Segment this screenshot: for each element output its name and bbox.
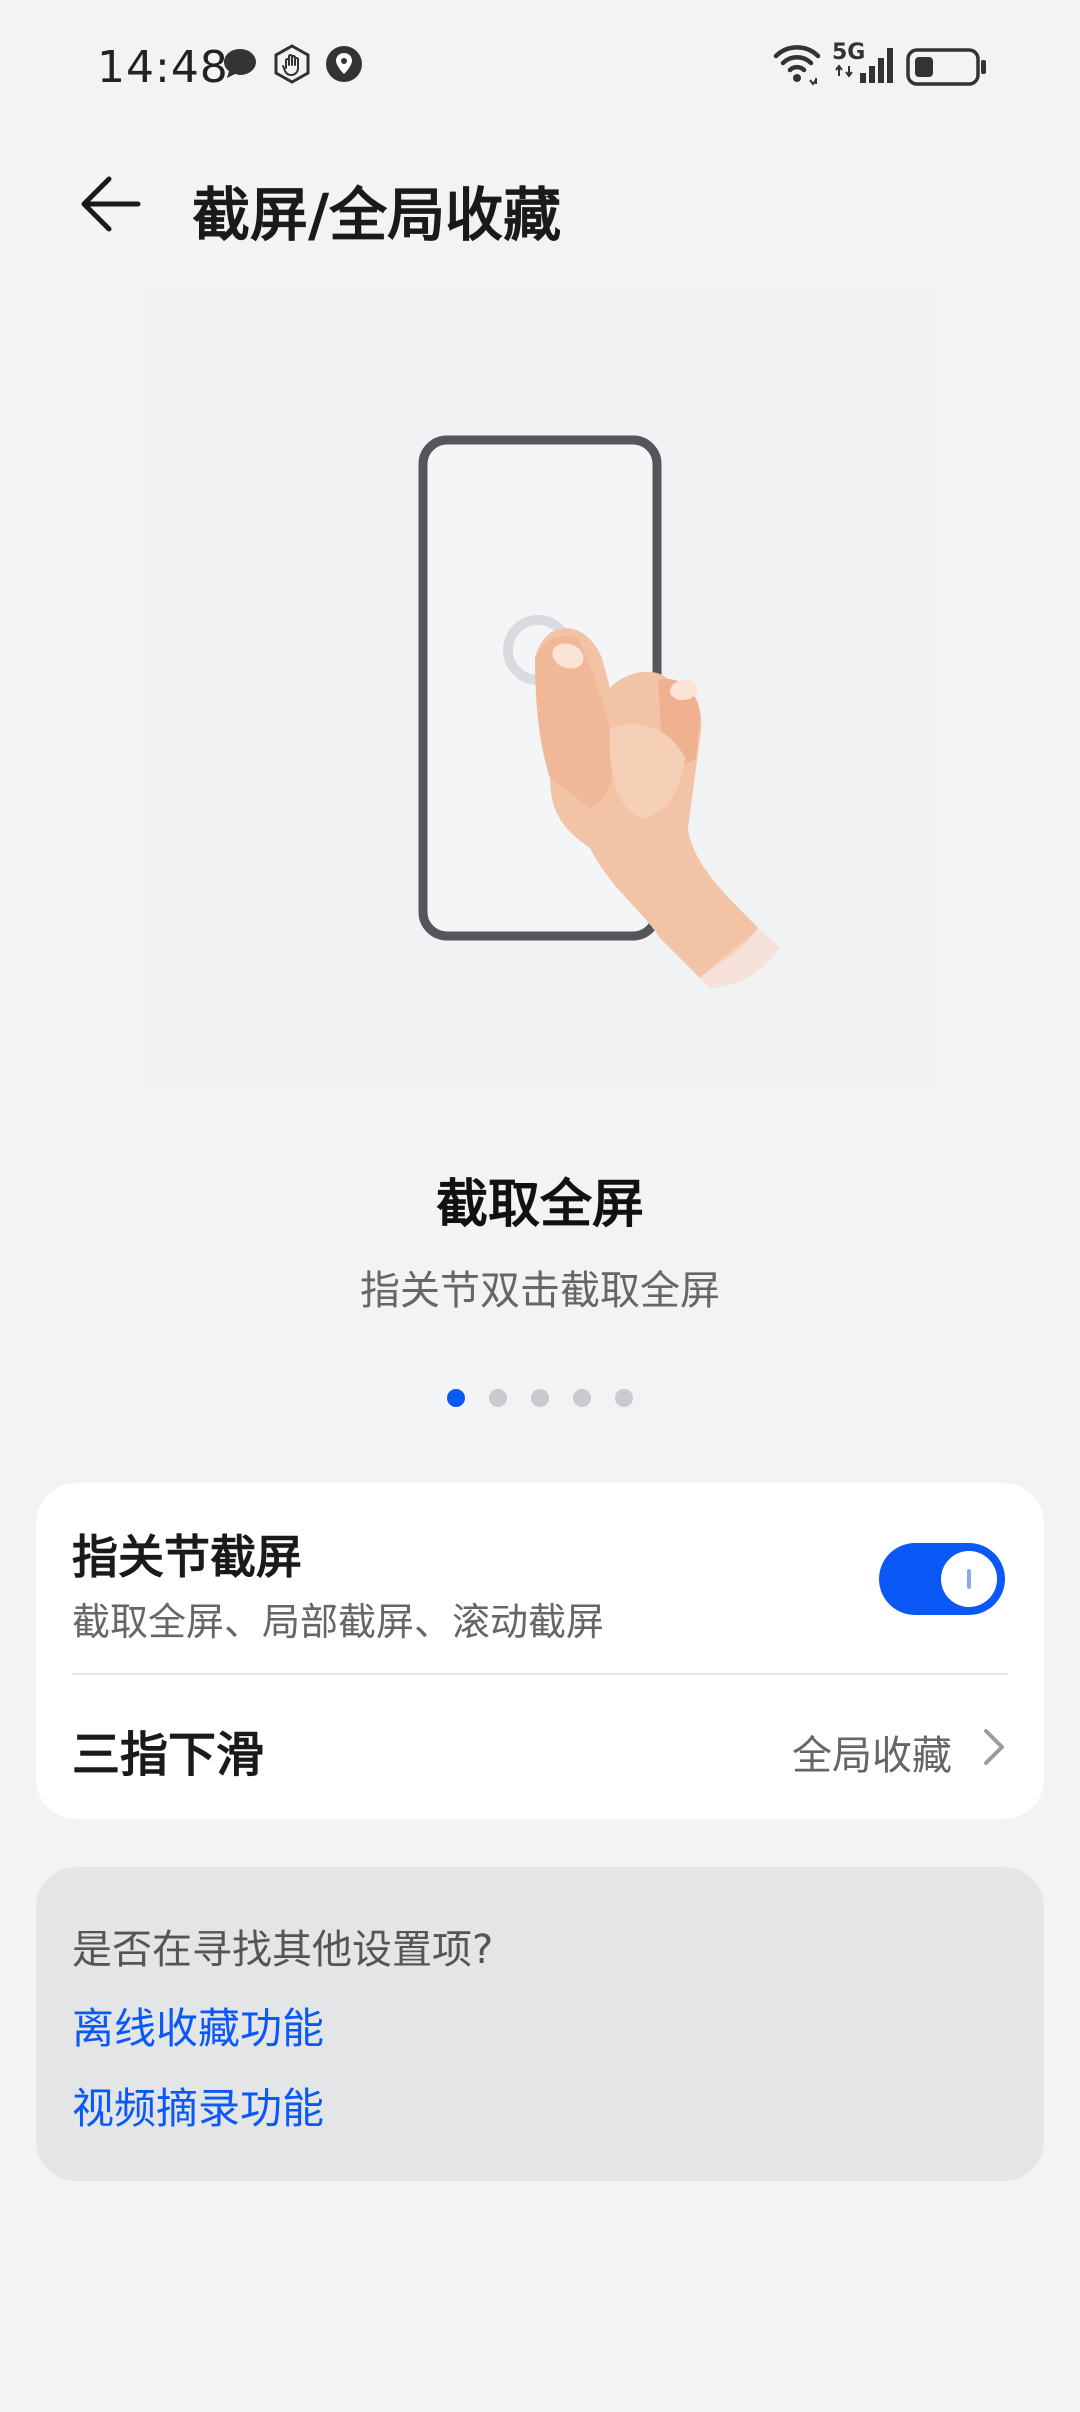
wifi-icon [773,45,821,86]
suggestion-box: 是否在寻找其他设置项? 离线收藏功能 视频摘录功能 [36,1867,1044,2181]
offline-collection-link[interactable]: 离线收藏功能 [72,1995,324,2056]
status-bar: 14:48 5G [0,0,1080,130]
knuckle-screenshot-toggle[interactable] [879,1543,1005,1615]
gesture-illustration [140,288,940,1088]
chevron-right-icon [984,1729,1004,1765]
carousel-dot[interactable] [489,1389,507,1407]
hand-icon [274,44,310,84]
toggle-knob [941,1551,997,1607]
status-time: 14:48 [97,42,229,93]
signal-5g-icon: 5G [830,40,896,86]
screen: 14:48 5G 截屏/全局收藏 截取全屏 指关节双击截取全屏 指关节截屏 截取… [0,0,1080,2412]
back-arrow-icon [81,176,141,232]
three-finger-swipe-row[interactable]: 三指下滑 全局收藏 [36,1675,1044,1819]
carousel-dot[interactable] [615,1389,633,1407]
carousel-dot[interactable] [573,1389,591,1407]
carousel-indicator [0,1389,1080,1407]
page-title: 截屏/全局收藏 [192,181,562,249]
suggestion-question: 是否在寻找其他设置项? [72,1927,494,1973]
settings-card: 指关节截屏 截取全屏、局部截屏、滚动截屏 三指下滑 全局收藏 [36,1483,1044,1819]
feature-description: 指关节双击截取全屏 [360,1268,720,1314]
location-icon [326,46,362,82]
three-finger-swipe-title: 三指下滑 [72,1727,265,1783]
feature-title: 截取全屏 [435,1175,644,1235]
message-icon [224,49,256,78]
knuckle-screenshot-subtitle: 截取全屏、局部截屏、滚动截屏 [72,1600,605,1644]
knuckle-screenshot-title: 指关节截屏 [72,1530,302,1584]
battery-icon [906,48,986,86]
carousel-dot[interactable] [447,1389,465,1407]
three-finger-swipe-value: 全局收藏 [792,1733,952,1779]
back-button[interactable] [70,164,150,244]
app-header: 截屏/全局收藏 [0,150,1080,260]
knuckle-screenshot-row[interactable]: 指关节截屏 截取全屏、局部截屏、滚动截屏 [36,1483,1044,1673]
video-excerpt-link[interactable]: 视频摘录功能 [72,2075,324,2136]
carousel-dot[interactable] [531,1389,549,1407]
